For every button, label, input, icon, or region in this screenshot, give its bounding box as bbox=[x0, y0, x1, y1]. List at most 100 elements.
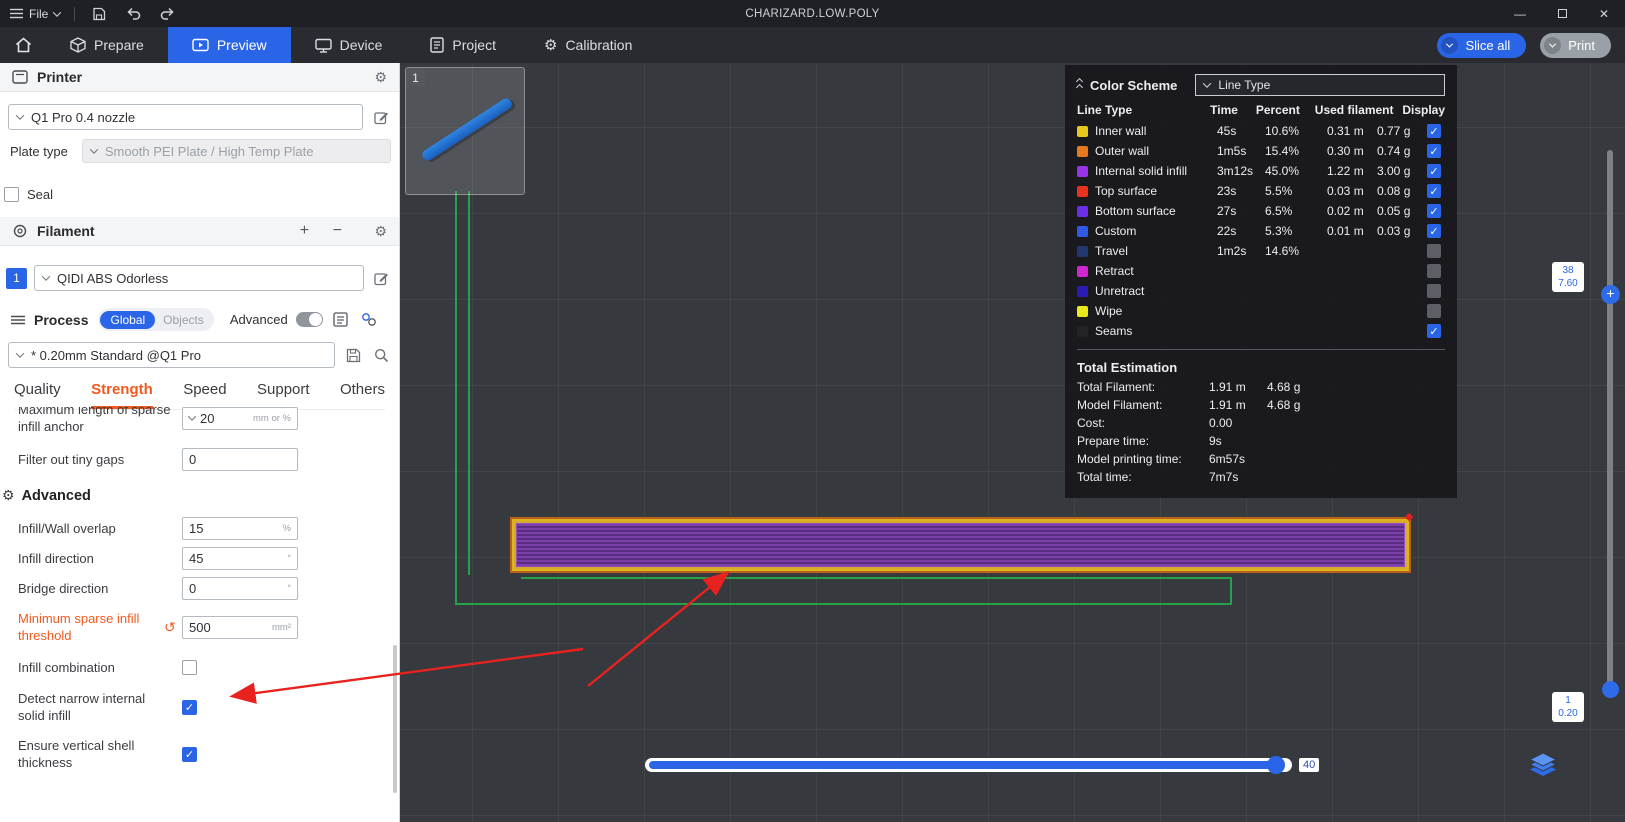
line-type-row-wipe: Wipe bbox=[1077, 301, 1445, 321]
advanced-section-header[interactable]: ⚙ Advanced bbox=[2, 487, 399, 504]
printer-section-header[interactable]: Printer ⚙ bbox=[0, 63, 399, 92]
display-checkbox[interactable] bbox=[1427, 144, 1441, 158]
printer-preset-dropdown[interactable]: Q1 Pro 0.4 nozzle bbox=[8, 104, 363, 130]
total-filament-row: Total Filament: 1.91 m 4.68 g bbox=[1077, 378, 1445, 396]
print-button[interactable]: Print bbox=[1540, 32, 1611, 58]
compare-presets-icon[interactable] bbox=[359, 310, 379, 330]
layer-slider-bottom-handle[interactable] bbox=[1602, 681, 1619, 698]
minimize-button[interactable]: — bbox=[1499, 0, 1541, 27]
tab-preview[interactable]: Preview bbox=[167, 27, 291, 63]
infill-wall-overlap-input[interactable]: 15 % bbox=[182, 517, 298, 540]
display-checkbox[interactable] bbox=[1427, 164, 1441, 178]
edit-filament-icon[interactable] bbox=[371, 268, 391, 288]
filament-preset-dropdown[interactable]: QIDI ABS Odorless bbox=[34, 265, 364, 291]
display-checkbox[interactable] bbox=[1427, 284, 1441, 298]
plate-thumbnail[interactable]: 1 bbox=[405, 67, 525, 195]
tab-quality[interactable]: Quality bbox=[14, 381, 61, 409]
line-type-time: 23s bbox=[1217, 184, 1237, 198]
bridge-direction-input[interactable]: 0 ° bbox=[182, 577, 298, 600]
reset-to-default-icon[interactable]: ↺ bbox=[164, 619, 182, 636]
sidebar-scrollbar[interactable] bbox=[393, 645, 397, 793]
display-checkbox[interactable] bbox=[1427, 184, 1441, 198]
min-sparse-threshold-input[interactable]: 500 mm² bbox=[182, 615, 298, 639]
display-checkbox[interactable] bbox=[1427, 324, 1441, 338]
tab-strength[interactable]: Strength bbox=[91, 381, 153, 409]
add-filament-button[interactable]: + bbox=[294, 222, 314, 240]
tab-device[interactable]: Device bbox=[291, 27, 407, 63]
display-checkbox[interactable] bbox=[1427, 124, 1441, 138]
display-checkbox[interactable] bbox=[1427, 224, 1441, 238]
filter-tiny-gaps-input[interactable]: 0 bbox=[182, 448, 298, 471]
advanced-toggle[interactable] bbox=[295, 312, 323, 327]
setting-label-bridge-direction: Bridge direction bbox=[18, 581, 109, 596]
tab-prepare[interactable]: Prepare bbox=[46, 27, 168, 63]
search-settings-icon[interactable] bbox=[371, 345, 391, 365]
line-type-row-outer-wall: Outer wall 1m5s 15.4% 0.30 m 0.74 g bbox=[1077, 141, 1445, 161]
print-options-chevron-icon[interactable] bbox=[1544, 36, 1562, 54]
color-swatch bbox=[1077, 205, 1088, 217]
bridge-direction-unit: ° bbox=[287, 583, 291, 594]
global-objects-toggle[interactable]: Global Objects bbox=[98, 308, 214, 331]
col-display: Display bbox=[1402, 103, 1445, 117]
titlebar: File CHARIZARD.LOW.POLY — ✕ bbox=[0, 0, 1625, 27]
print-label: Print bbox=[1568, 37, 1595, 53]
remove-filament-button[interactable]: − bbox=[327, 222, 347, 240]
tab-support[interactable]: Support bbox=[257, 381, 310, 409]
objects-segment[interactable]: Objects bbox=[155, 311, 212, 329]
view-mode-dropdown[interactable]: Line Type bbox=[1195, 74, 1445, 96]
setting-label-ensure-vertical: Ensure vertical shell thickness bbox=[18, 738, 135, 770]
printer-settings-gear-icon[interactable]: ⚙ bbox=[374, 69, 387, 86]
layer-slider-top-handle[interactable]: + bbox=[1601, 285, 1620, 304]
line-type-label: Seams bbox=[1095, 324, 1133, 338]
tab-speed[interactable]: Speed bbox=[183, 381, 226, 409]
display-checkbox[interactable] bbox=[1427, 204, 1441, 218]
filament-section-title: Filament bbox=[37, 223, 95, 239]
filament-section-header[interactable]: Filament + − ⚙ bbox=[0, 217, 399, 246]
tab-device-label: Device bbox=[339, 37, 383, 53]
maximize-button[interactable] bbox=[1541, 0, 1583, 27]
global-segment[interactable]: Global bbox=[100, 310, 156, 329]
left-panel: Printer ⚙ Q1 Pro 0.4 nozzle Plate type S… bbox=[0, 63, 400, 822]
line-type-table-header: Line Type Time Percent Used filament Dis… bbox=[1077, 99, 1445, 121]
close-button[interactable]: ✕ bbox=[1583, 0, 1625, 27]
layers-view-icon[interactable] bbox=[1528, 751, 1558, 779]
display-checkbox[interactable] bbox=[1427, 304, 1441, 318]
display-checkbox[interactable] bbox=[1427, 264, 1441, 278]
total-row-label: Cost: bbox=[1077, 416, 1106, 430]
parameter-table-icon[interactable] bbox=[331, 310, 351, 330]
settings-scroll-area[interactable]: Maximum length of sparse infill anchor 2… bbox=[0, 407, 399, 822]
slice-options-chevron-icon[interactable] bbox=[1441, 36, 1459, 54]
layer-slider-track[interactable] bbox=[1607, 150, 1613, 690]
model-filament-row: Model Filament: 1.91 m 4.68 g bbox=[1077, 396, 1445, 414]
sparse-infill-anchor-input[interactable]: 20 mm or % bbox=[182, 407, 298, 430]
overlap-unit: % bbox=[282, 523, 291, 534]
line-type-time: 1m5s bbox=[1217, 144, 1247, 158]
tab-calibration[interactable]: ⚙ Calibration bbox=[520, 27, 656, 63]
detect-narrow-infill-checkbox[interactable] bbox=[182, 699, 197, 715]
filament-settings-gear-icon[interactable]: ⚙ bbox=[374, 223, 387, 240]
plate-type-dropdown[interactable]: Smooth PEI Plate / High Temp Plate bbox=[81, 139, 391, 163]
save-preset-icon[interactable] bbox=[343, 345, 363, 365]
tab-others[interactable]: Others bbox=[340, 381, 385, 409]
slice-all-button[interactable]: Slice all bbox=[1437, 32, 1527, 58]
display-checkbox[interactable] bbox=[1427, 244, 1441, 258]
infill-combination-checkbox[interactable] bbox=[182, 660, 197, 675]
tab-project[interactable]: Project bbox=[406, 27, 520, 63]
collapse-panel-icon[interactable] bbox=[1075, 77, 1084, 92]
move-slider-handle[interactable] bbox=[1267, 756, 1285, 774]
total-row-value: 1.91 m bbox=[1209, 380, 1246, 394]
edit-printer-preset-icon[interactable] bbox=[371, 107, 391, 127]
filament-slot-badge[interactable]: 1 bbox=[6, 267, 27, 289]
seal-checkbox[interactable] bbox=[4, 187, 19, 202]
process-preset-dropdown[interactable]: * 0.20mm Standard @Q1 Pro bbox=[8, 342, 335, 368]
move-slider-track[interactable] bbox=[645, 756, 1292, 774]
plate-number-badge[interactable]: 1 bbox=[406, 68, 425, 87]
chevron-down-icon bbox=[1203, 79, 1212, 88]
home-button[interactable] bbox=[0, 27, 46, 63]
infill-direction-input[interactable]: 45 ° bbox=[182, 547, 298, 570]
ensure-vertical-shell-checkbox[interactable] bbox=[182, 746, 197, 762]
col-used-filament: Used filament bbox=[1314, 103, 1394, 117]
process-preset-value: * 0.20mm Standard @Q1 Pro bbox=[31, 347, 201, 363]
total-row-label: Prepare time: bbox=[1077, 434, 1150, 448]
preview-viewport[interactable]: 1 Color Scheme Line Type Line Type Time … bbox=[400, 63, 1625, 822]
